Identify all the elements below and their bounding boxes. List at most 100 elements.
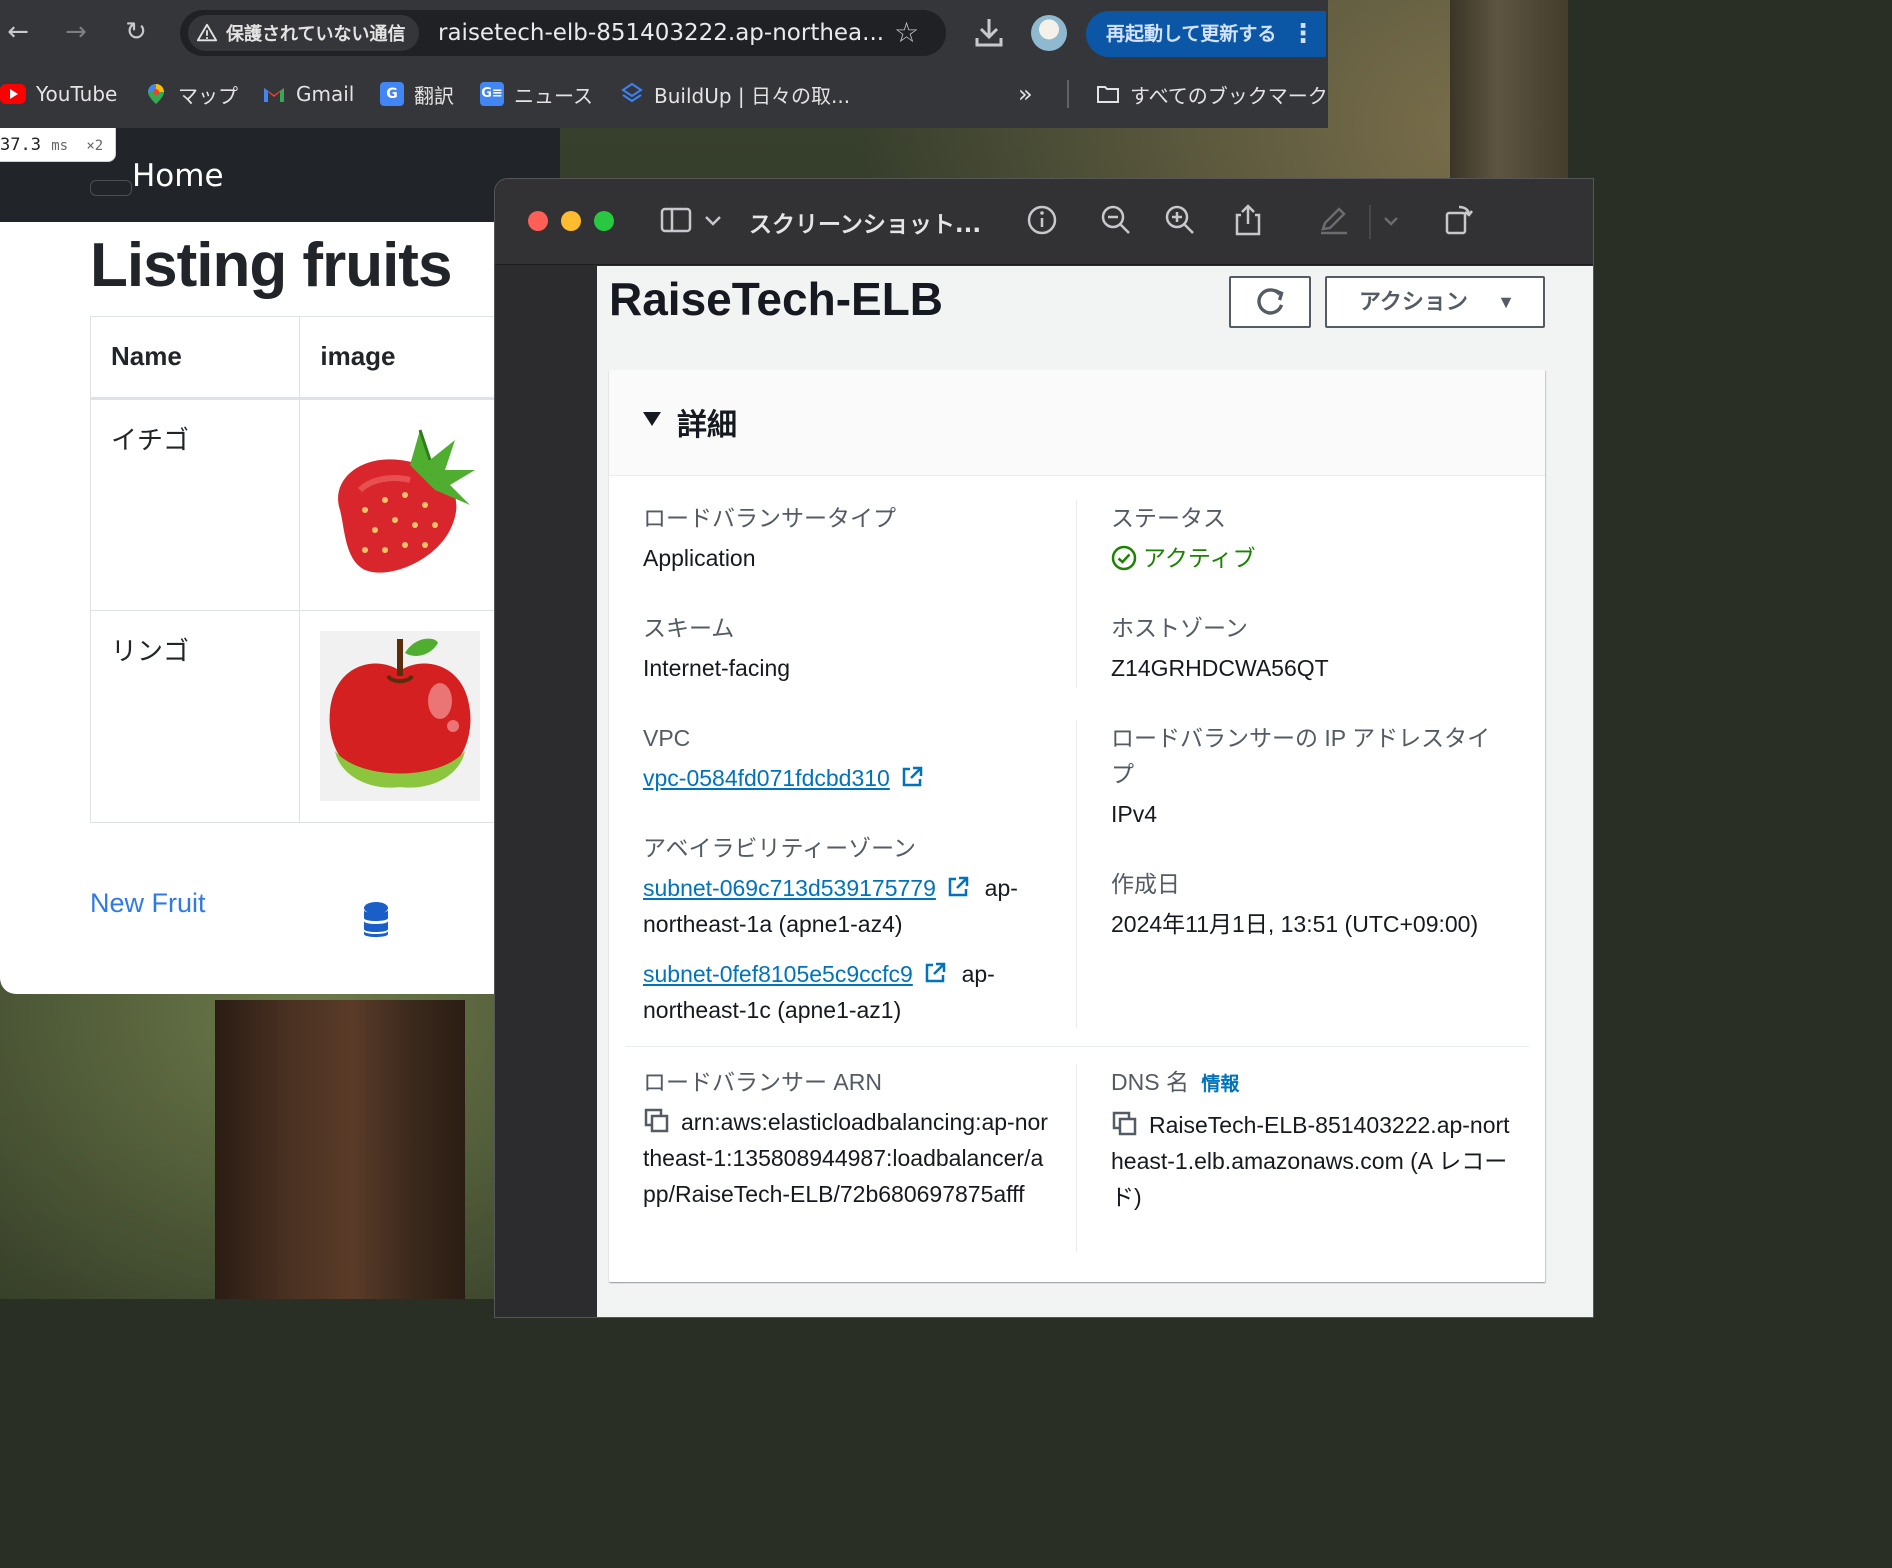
table-header-row: Name image: [89, 316, 560, 400]
subnet-link[interactable]: subnet-0fef8105e5c9ccfc9: [643, 961, 913, 987]
refresh-icon: [1257, 288, 1284, 315]
load-balancer-name: RaiseTech-ELB: [609, 273, 944, 325]
column-divider: [1076, 720, 1077, 1028]
copy-icon[interactable]: [1111, 1110, 1139, 1138]
field-label: ロードバランサーの IP アドレスタイプ: [1111, 725, 1491, 787]
reload-icon[interactable]: ↻: [118, 14, 154, 50]
bookmark-news[interactable]: G≡ ニュース: [480, 80, 593, 108]
bookmark-label: YouTube: [36, 82, 118, 106]
caret-down-icon[interactable]: [643, 412, 661, 426]
back-arrow-icon[interactable]: ←: [0, 14, 36, 50]
all-bookmarks-button[interactable]: すべてのブックマーク: [1096, 80, 1328, 108]
more-bookmarks-chevron-icon[interactable]: »: [1018, 80, 1033, 108]
subnet-entry: subnet-069c713d539175779 ap-northeast-1a…: [643, 870, 1063, 942]
ip-address-type-field: ロードバランサーの IP アドレスタイプ IPv4: [1111, 720, 1501, 832]
field-label: ロードバランサー ARN: [643, 1069, 882, 1095]
perf-unit: ms: [51, 138, 69, 154]
fruit-name-cell: リンゴ: [89, 610, 301, 823]
vpc-link[interactable]: vpc-0584fd071fdcbd310: [643, 765, 890, 791]
zoom-out-icon[interactable]: [1099, 203, 1133, 237]
navbar-toggler[interactable]: [90, 180, 132, 196]
new-fruit-link[interactable]: New Fruit: [90, 888, 206, 919]
chevron-down-icon[interactable]: [701, 203, 725, 237]
tree-trunk: [215, 1000, 465, 1299]
external-link-icon[interactable]: [923, 961, 947, 985]
bookmark-label: すべてのブックマーク: [1130, 83, 1328, 108]
sidebar-toggle-icon[interactable]: [659, 203, 693, 237]
zoom-in-icon[interactable]: [1163, 203, 1197, 237]
status-field: ステータス アクティブ: [1111, 500, 1531, 576]
preview-title: スクリーンショット...: [749, 212, 982, 238]
performance-badge: 37.3 ms ×2: [0, 128, 116, 162]
actions-label: アクション: [1359, 289, 1468, 314]
dns-value-row: RaiseTech-ELB-851403222.ap-northeast-1.e…: [1111, 1107, 1521, 1215]
bookmark-translate[interactable]: G 翻訳: [380, 80, 454, 108]
vpc-field: VPC vpc-0584fd071fdcbd310: [643, 720, 1063, 796]
page-title: Listing fruits: [90, 231, 452, 300]
markup-pen-icon[interactable]: [1317, 203, 1351, 237]
fruits-table: Name image イチゴ リンゴ: [89, 316, 560, 823]
minimize-window-button[interactable]: [561, 211, 581, 231]
bookmark-label: マップ: [178, 83, 238, 108]
copy-icon[interactable]: [643, 1107, 671, 1135]
column-header-name: Name: [89, 316, 301, 400]
gmail-icon: [264, 88, 284, 102]
profile-avatar[interactable]: [1031, 15, 1067, 51]
address-bar[interactable]: 保護されていない通信 raisetech-elb-851403222.ap-no…: [180, 10, 946, 56]
relaunch-update-button[interactable]: 再起動して更新する ⋮: [1086, 11, 1326, 57]
column-divider: [1076, 1064, 1077, 1252]
news-icon: G≡: [480, 82, 504, 106]
availability-zones-field: アベイラビリティーゾーン subnet-069c713d539175779 ap…: [643, 830, 1063, 1028]
youtube-icon: [0, 84, 26, 104]
preview-window: スクリーンショット... RaiseTech-ELB アクション ▼ 詳細 ロー…: [494, 178, 1594, 1318]
details-panel-header[interactable]: 詳細: [609, 370, 1545, 476]
field-label: アベイラビリティーゾーン: [643, 835, 917, 861]
bookmark-youtube[interactable]: YouTube: [0, 80, 117, 108]
field-label: ホストゾーン: [1111, 615, 1248, 641]
hosted-zone-field: ホストゾーン Z14GRHDCWA56QT: [1111, 610, 1531, 686]
field-value: 2024年11月1日, 13:51 (UTC+09:00): [1111, 911, 1479, 937]
download-icon[interactable]: [972, 14, 1006, 50]
toolbar-divider: [1369, 205, 1371, 239]
site-info-chip[interactable]: 保護されていない通信: [188, 15, 420, 51]
zoom-window-button[interactable]: [594, 211, 614, 231]
bookmarks-divider: [1067, 80, 1069, 108]
bookmark-buildup[interactable]: BuildUp | 日々の取...: [620, 80, 850, 108]
field-value: Application: [643, 545, 756, 571]
share-icon[interactable]: [1231, 203, 1265, 237]
chevron-down-icon[interactable]: [1379, 203, 1403, 237]
caret-down-icon: ▼: [1497, 292, 1515, 312]
external-link-icon[interactable]: [946, 875, 970, 899]
perf-value: 37.3: [0, 135, 41, 155]
kebab-menu-icon[interactable]: ⋮: [1290, 11, 1316, 57]
external-link-icon[interactable]: [900, 765, 924, 789]
buildup-icon: [621, 82, 643, 103]
info-icon[interactable]: [1025, 203, 1059, 237]
dns-name-field: DNS 名 情報 RaiseTech-ELB-851403222.ap-nort…: [1111, 1064, 1521, 1215]
bookmark-label: BuildUp | 日々の取...: [654, 83, 851, 108]
database-icon[interactable]: [362, 901, 390, 939]
lb-type-field: ロードバランサータイプ Application: [643, 500, 1063, 576]
info-link[interactable]: 情報: [1201, 1074, 1239, 1095]
nav-home-link[interactable]: Home: [132, 158, 224, 194]
bookmark-gmail[interactable]: Gmail: [262, 80, 354, 108]
actions-dropdown[interactable]: アクション ▼: [1325, 276, 1545, 328]
table-row: リンゴ: [89, 610, 560, 823]
aws-console-page: RaiseTech-ELB アクション ▼ 詳細 ロードバランサータイプ App…: [597, 266, 1593, 1317]
strawberry-image: [338, 429, 476, 573]
subnet-link[interactable]: subnet-069c713d539175779: [643, 875, 936, 901]
field-label: ロードバランサータイプ: [643, 505, 896, 531]
close-window-button[interactable]: [528, 211, 548, 231]
bookmark-star-icon[interactable]: ☆: [894, 18, 924, 48]
field-value: Internet-facing: [643, 655, 791, 681]
warning-icon: [196, 23, 218, 42]
rotate-icon[interactable]: [1441, 203, 1475, 237]
status-value: アクティブ: [1143, 545, 1256, 571]
relaunch-label: 再起動して更新する: [1106, 23, 1277, 45]
web-page: Home 37.3 ms ×2 Listing fruits Name imag…: [0, 128, 560, 994]
url-text[interactable]: raisetech-elb-851403222.ap-northea...: [438, 10, 884, 56]
forward-arrow-icon[interactable]: →: [58, 14, 94, 50]
bookmark-maps[interactable]: マップ: [144, 80, 238, 108]
refresh-button[interactable]: [1229, 276, 1311, 328]
browser-toolbar: ← → ↻ 保護されていない通信 raisetech-elb-851403222…: [0, 0, 1328, 64]
